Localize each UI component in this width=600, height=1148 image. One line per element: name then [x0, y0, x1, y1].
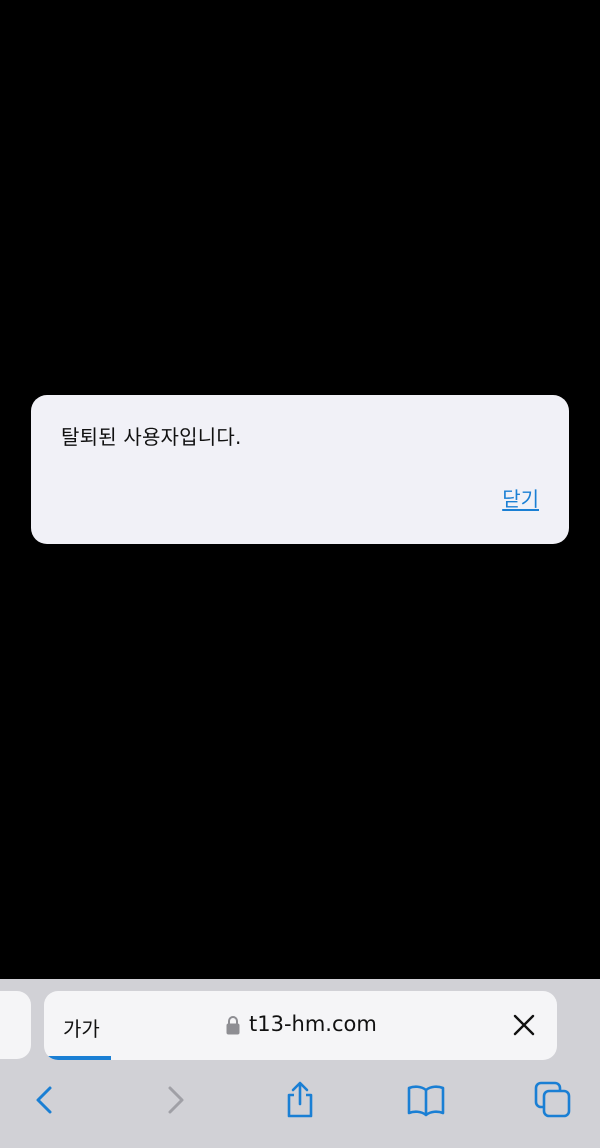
- dialog-close-button[interactable]: 닫기: [502, 483, 539, 512]
- bookmarks-button[interactable]: [406, 1080, 446, 1120]
- previous-tab-pill[interactable]: [0, 991, 31, 1059]
- url-text[interactable]: t13-hm.com: [249, 1012, 377, 1036]
- bookmarks-icon: [407, 1085, 445, 1117]
- dialog-message: 탈퇴된 사용자입니다.: [61, 425, 242, 449]
- forward-button[interactable]: [155, 1080, 195, 1120]
- loading-progress-bar: [44, 1056, 111, 1060]
- back-icon: [36, 1086, 52, 1114]
- share-button[interactable]: [280, 1080, 320, 1120]
- share-icon: [287, 1081, 313, 1118]
- tabs-button[interactable]: [533, 1080, 573, 1120]
- close-icon[interactable]: [513, 1014, 535, 1036]
- browser-bottom-bar: 가가 t13-hm.com: [0, 979, 600, 1148]
- back-button[interactable]: [26, 1080, 66, 1120]
- address-bar[interactable]: 가가 t13-hm.com: [44, 991, 557, 1060]
- tabs-icon: [534, 1081, 571, 1118]
- forward-icon: [168, 1086, 184, 1114]
- text-size-button[interactable]: 가가: [63, 1013, 100, 1042]
- alert-dialog: 탈퇴된 사용자입니다. 닫기: [31, 395, 569, 544]
- lock-icon: [226, 1016, 240, 1035]
